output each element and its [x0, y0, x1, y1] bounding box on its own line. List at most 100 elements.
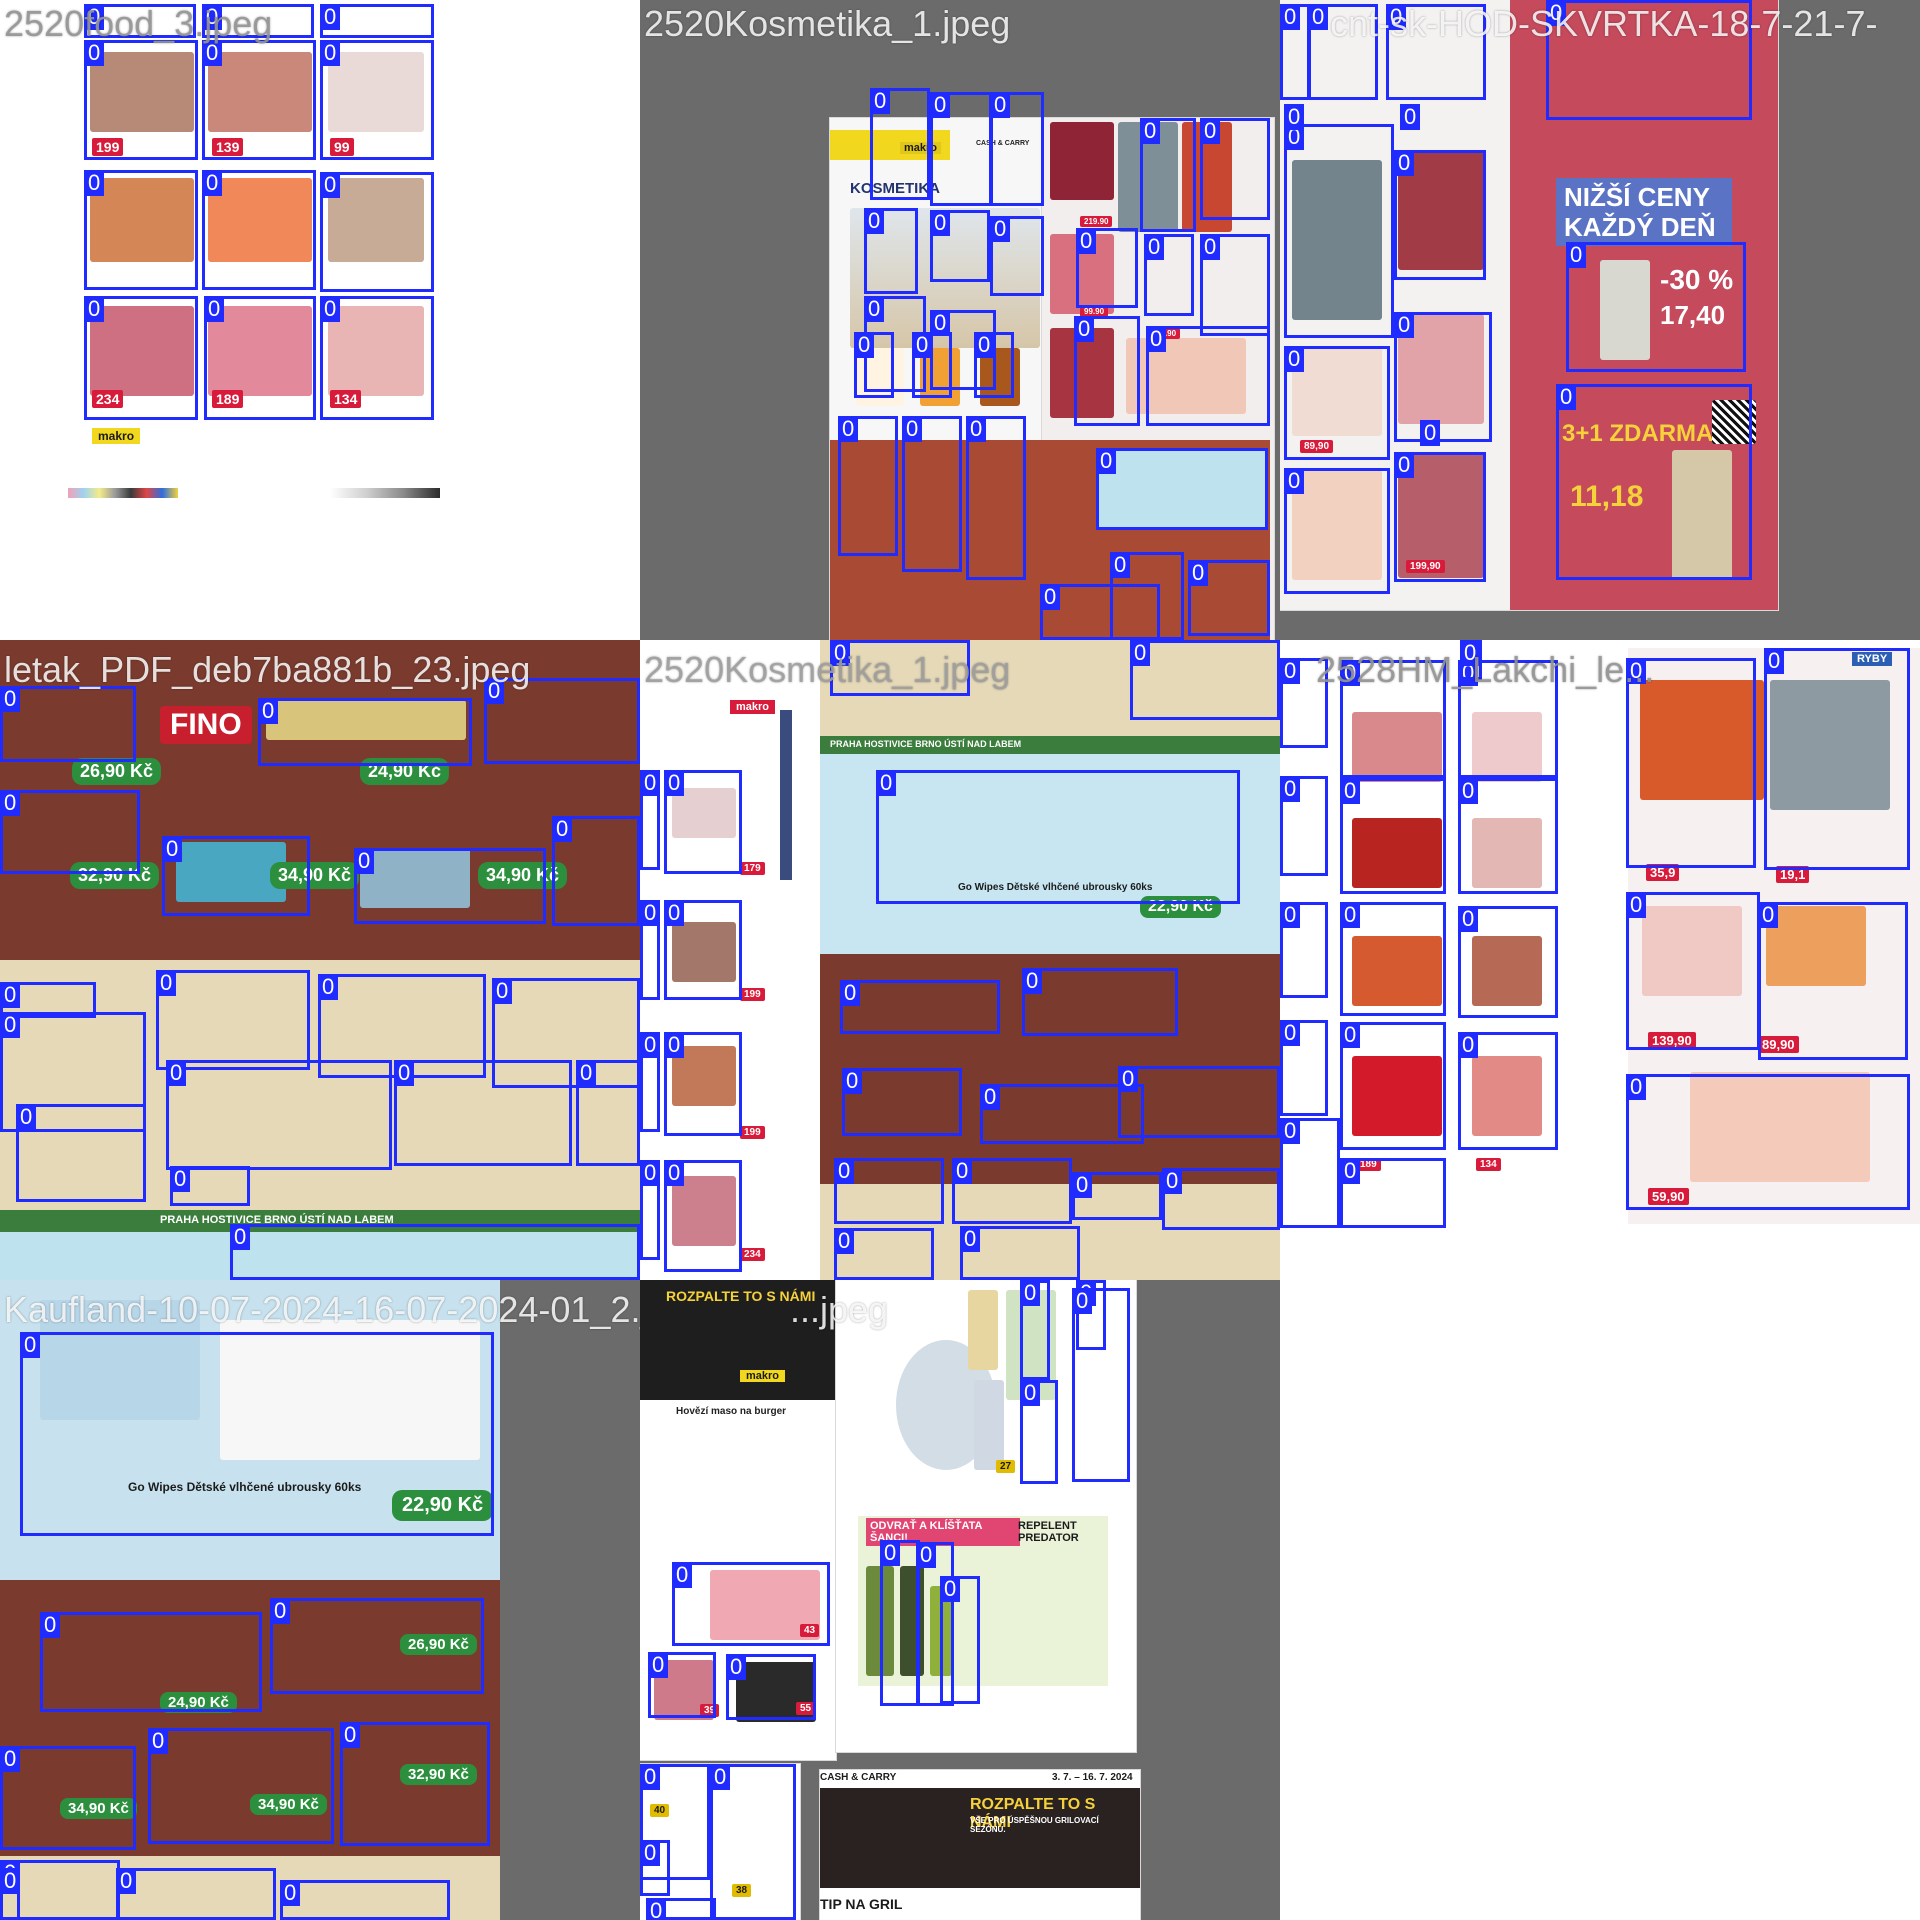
detection-box[interactable]: 0: [912, 332, 952, 398]
detection-box[interactable]: 0: [320, 40, 434, 160]
detection-box[interactable]: 0: [640, 1032, 661, 1132]
detection-box[interactable]: 0: [1340, 902, 1446, 1016]
detection-box[interactable]: 0: [166, 1060, 392, 1170]
detection-box[interactable]: 0: [20, 1332, 494, 1536]
detection-box[interactable]: 0: [664, 770, 742, 874]
detection-box[interactable]: 0: [664, 900, 742, 1000]
detection-box[interactable]: 0: [1758, 902, 1908, 1060]
detection-box[interactable]: 0: [876, 770, 1240, 904]
detection-box[interactable]: 0: [940, 1576, 980, 1704]
detection-box[interactable]: 0: [1140, 118, 1196, 232]
detection-box[interactable]: 0: [640, 1160, 661, 1260]
detection-box[interactable]: 0: [84, 296, 198, 420]
detection-box[interactable]: 0: [1076, 228, 1138, 308]
detection-box[interactable]: 0: [640, 770, 661, 870]
detection-box[interactable]: 0: [648, 1652, 716, 1718]
detection-box[interactable]: 0: [1394, 150, 1486, 280]
detection-box[interactable]: 0: [1280, 776, 1328, 876]
detection-box[interactable]: 0: [1340, 778, 1446, 894]
detection-box[interactable]: 0: [1556, 384, 1752, 580]
detection-box[interactable]: 0: [280, 1880, 450, 1920]
detection-box[interactable]: 0: [710, 1764, 796, 1920]
detection-box[interactable]: 0: [646, 1898, 716, 1920]
detection-box[interactable]: 0: [320, 4, 434, 38]
detection-box[interactable]: 0: [1284, 346, 1390, 460]
detection-box[interactable]: 0: [664, 1160, 742, 1272]
detection-box[interactable]: 0: [16, 1104, 146, 1202]
detection-box[interactable]: 0: [1458, 778, 1558, 894]
detection-box[interactable]: 0: [1020, 1280, 1050, 1380]
detection-box[interactable]: 0: [1200, 234, 1270, 336]
detection-box[interactable]: 0: [1280, 902, 1328, 998]
detection-box[interactable]: 0: [320, 172, 434, 292]
detection-box[interactable]: 0: [930, 92, 992, 206]
detection-box[interactable]: 0: [1626, 1074, 1910, 1210]
detection-box[interactable]: 0: [838, 416, 898, 556]
detection-box[interactable]: 0: [1394, 312, 1492, 442]
detection-box[interactable]: 0: [156, 970, 310, 1070]
detection-box[interactable]: 0: [1280, 1118, 1340, 1228]
detection-box[interactable]: 0: [1144, 234, 1194, 316]
detection-box[interactable]: 0: [1458, 1032, 1558, 1150]
detection-box[interactable]: 0: [0, 790, 140, 874]
detection-box[interactable]: 0: [1626, 892, 1760, 1050]
detection-box[interactable]: 0: [1764, 648, 1910, 870]
detection-box[interactable]: 0: [320, 296, 434, 420]
detection-box[interactable]: 0: [870, 88, 930, 200]
detection-box[interactable]: 0: [1284, 104, 1305, 130]
detection-box[interactable]: 0: [170, 1166, 250, 1206]
detection-box[interactable]: 0: [1072, 1288, 1130, 1482]
detection-box[interactable]: 0: [1020, 1380, 1058, 1484]
detection-box[interactable]: 0: [1394, 452, 1486, 582]
detection-box[interactable]: 0: [576, 1060, 640, 1166]
detection-box[interactable]: 0: [1022, 968, 1178, 1036]
detection-box[interactable]: 0: [84, 170, 198, 290]
detection-box[interactable]: 0: [854, 332, 894, 398]
detection-box[interactable]: 0: [1188, 560, 1270, 636]
detection-box[interactable]: 0: [202, 40, 316, 160]
detection-box[interactable]: 0: [974, 332, 1014, 398]
detection-box[interactable]: 0: [1280, 4, 1310, 100]
detection-box[interactable]: 0: [354, 848, 546, 924]
detection-box[interactable]: 0: [672, 1562, 830, 1646]
detection-box[interactable]: 0: [1096, 448, 1268, 530]
detection-box[interactable]: 0: [726, 1654, 816, 1720]
detection-box[interactable]: 0: [1284, 468, 1390, 594]
detection-box[interactable]: 0: [1284, 124, 1394, 338]
detection-box[interactable]: 0: [1340, 1022, 1446, 1150]
detection-box[interactable]: 0: [834, 1228, 934, 1280]
detection-box[interactable]: 0: [1074, 316, 1140, 426]
detection-box[interactable]: 0: [84, 40, 198, 160]
detection-box[interactable]: 0: [0, 1746, 136, 1850]
detection-box[interactable]: 0: [1040, 584, 1160, 640]
detection-box[interactable]: 0: [1130, 640, 1280, 720]
detection-box[interactable]: 0: [990, 92, 1044, 206]
detection-box[interactable]: 0: [902, 416, 962, 572]
detection-box[interactable]: 0: [1200, 118, 1270, 220]
detection-box[interactable]: 0: [552, 816, 640, 926]
detection-box[interactable]: 0: [116, 1868, 276, 1920]
detection-box[interactable]: 0: [1146, 326, 1270, 426]
detection-box[interactable]: 0: [966, 416, 1026, 580]
detection-box[interactable]: 0: [840, 980, 1000, 1034]
detection-box[interactable]: 0: [960, 1226, 1080, 1280]
detection-box[interactable]: 0: [40, 1612, 262, 1712]
detection-box[interactable]: 0: [834, 1158, 944, 1224]
detection-box[interactable]: 0: [1458, 906, 1558, 1018]
detection-box[interactable]: 0: [1280, 1020, 1328, 1116]
detection-box[interactable]: 0: [930, 210, 990, 282]
detection-box[interactable]: 0: [1072, 1172, 1162, 1220]
detection-box[interactable]: 0: [640, 900, 661, 1000]
detection-box[interactable]: 0: [148, 1728, 334, 1844]
detection-box[interactable]: 0: [1566, 242, 1746, 372]
detection-box[interactable]: 0: [340, 1722, 490, 1846]
detection-box[interactable]: 0: [1340, 1158, 1446, 1228]
detection-box[interactable]: 0: [664, 1032, 742, 1136]
detection-box[interactable]: 0: [0, 686, 136, 762]
detection-box[interactable]: 0: [394, 1060, 572, 1166]
detection-box[interactable]: 0: [842, 1068, 962, 1136]
detection-box[interactable]: 0: [990, 216, 1044, 296]
detection-box[interactable]: 0: [640, 1840, 670, 1896]
detection-box[interactable]: 0: [258, 698, 472, 766]
detection-box[interactable]: 0: [1420, 420, 1441, 446]
